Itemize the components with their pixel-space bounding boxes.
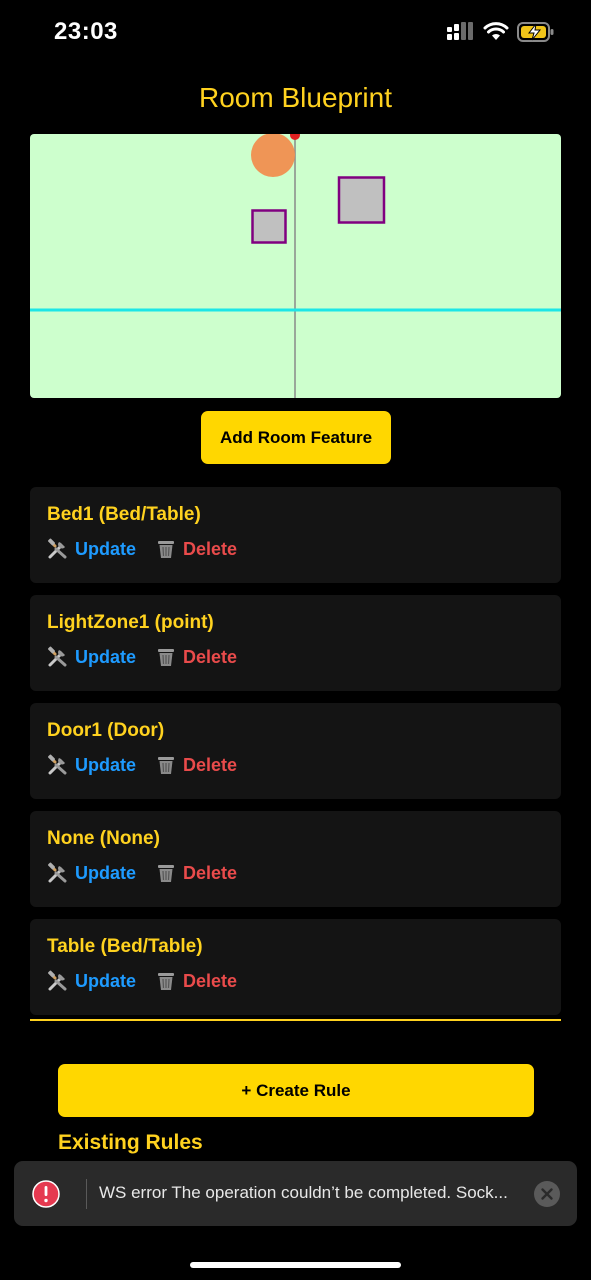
- bed-rect[interactable]: [337, 176, 386, 224]
- tools-icon: [47, 970, 69, 992]
- room-blueprint-canvas[interactable]: [30, 134, 561, 398]
- update-label: Update: [75, 862, 137, 883]
- feature-title: LightZone1 (point): [47, 612, 214, 633]
- feature-card: Door1 (Door) Update Delete: [30, 703, 561, 799]
- status-icons: [447, 22, 555, 42]
- feature-title: Door1 (Door): [47, 720, 165, 741]
- update-label: Update: [75, 538, 137, 559]
- tools-icon: [47, 538, 69, 560]
- table-rect[interactable]: [251, 209, 287, 244]
- page-title: Room Blueprint: [199, 82, 392, 113]
- delete-button[interactable]: Delete: [155, 862, 237, 884]
- feature-actions: Update Delete: [47, 970, 237, 992]
- cellular-signal-icon: [447, 22, 473, 40]
- toast-message: WS error The operation couldn’t be compl…: [99, 1183, 508, 1202]
- blueprint-drawing: [30, 134, 561, 398]
- feature-card: Bed1 (Bed/Table) Update Delete: [30, 487, 561, 583]
- create-rule-button[interactable]: + Create Rule: [58, 1064, 534, 1117]
- update-label: Update: [75, 646, 137, 667]
- error-icon: [32, 1180, 60, 1208]
- update-button[interactable]: Update: [47, 754, 136, 776]
- feature-title: None (None): [47, 828, 160, 849]
- feature-actions: Update Delete: [47, 538, 237, 560]
- feature-actions: Update Delete: [47, 862, 237, 884]
- update-button[interactable]: Update: [47, 538, 136, 560]
- delete-label: Delete: [183, 754, 238, 775]
- status-time: 23:03: [54, 18, 118, 45]
- update-button[interactable]: Update: [47, 862, 136, 884]
- home-indicator[interactable]: [190, 1262, 401, 1268]
- delete-label: Delete: [183, 970, 238, 991]
- delete-button[interactable]: Delete: [155, 754, 237, 776]
- trash-icon: [155, 754, 177, 776]
- close-icon[interactable]: [534, 1181, 560, 1207]
- origin-marker: [290, 134, 300, 140]
- tools-icon: [47, 862, 69, 884]
- wifi-icon: [483, 22, 509, 40]
- delete-button[interactable]: Delete: [155, 646, 237, 668]
- trash-icon: [155, 646, 177, 668]
- delete-button[interactable]: Delete: [155, 538, 237, 560]
- trash-icon: [155, 538, 177, 560]
- update-label: Update: [75, 754, 137, 775]
- feature-actions: Update Delete: [47, 646, 237, 668]
- update-button[interactable]: Update: [47, 970, 136, 992]
- status-bar: 23:03: [0, 0, 591, 68]
- feature-card: LightZone1 (point) Update Delete: [30, 595, 561, 691]
- feature-actions: Update Delete: [47, 754, 237, 776]
- error-toast: WS error The operation couldn’t be compl…: [14, 1161, 577, 1226]
- feature-title: Bed1 (Bed/Table): [47, 504, 201, 525]
- trash-icon: [155, 862, 177, 884]
- update-button[interactable]: Update: [47, 646, 136, 668]
- light-zone-circle[interactable]: [251, 134, 295, 177]
- delete-button[interactable]: Delete: [155, 970, 237, 992]
- add-room-feature-button[interactable]: Add Room Feature: [201, 411, 391, 464]
- existing-rules-heading: Existing Rules: [58, 1131, 203, 1154]
- tools-icon: [47, 754, 69, 776]
- feature-title: Table (Bed/Table): [47, 936, 203, 957]
- trash-icon: [155, 970, 177, 992]
- feature-card: Table (Bed/Table) Update Delete: [30, 919, 561, 1015]
- feature-card: None (None) Update Delete: [30, 811, 561, 907]
- section-divider: [30, 1019, 561, 1021]
- battery-charging-icon: [517, 22, 554, 42]
- tools-icon: [47, 646, 69, 668]
- delete-label: Delete: [183, 646, 238, 667]
- delete-label: Delete: [183, 862, 238, 883]
- delete-label: Delete: [183, 538, 238, 559]
- update-label: Update: [75, 970, 137, 991]
- toast-separator: [86, 1179, 87, 1209]
